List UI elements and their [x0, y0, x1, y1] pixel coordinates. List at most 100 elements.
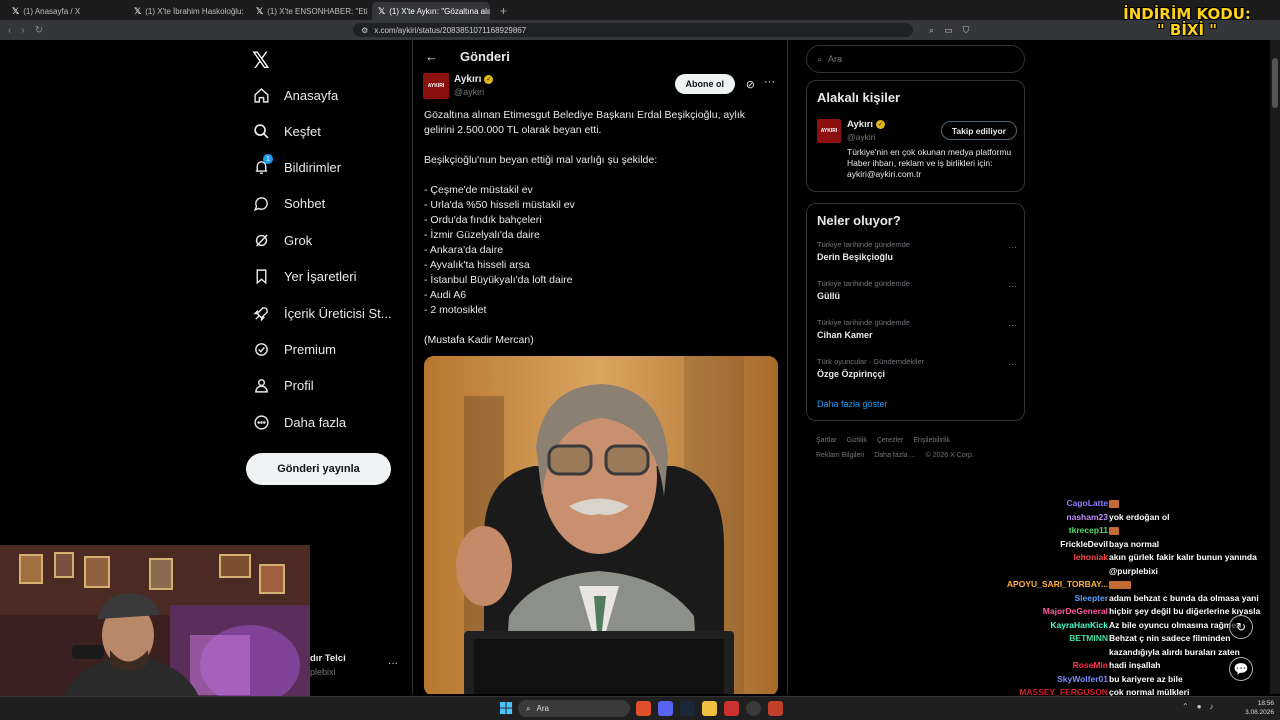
- x-logo-icon[interactable]: 𝕏: [252, 48, 270, 74]
- app-icon[interactable]: [724, 701, 739, 716]
- account-name-partial: dır Telci: [310, 653, 346, 664]
- footer-link[interactable]: Reklam Bilgileri: [816, 452, 864, 459]
- person-handle: @aykiri: [847, 132, 876, 142]
- cast-icon[interactable]: ▭: [944, 25, 953, 36]
- steam-icon[interactable]: [680, 701, 695, 716]
- brave-browser-icon[interactable]: [636, 701, 651, 716]
- zoom-icon[interactable]: ⌕: [929, 25, 934, 36]
- back-icon[interactable]: ‹: [8, 25, 11, 36]
- chat-username[interactable]: BETMINN: [1069, 633, 1108, 643]
- search-icon: ⌕: [526, 703, 531, 713]
- nav-item-home[interactable]: Anasayfa: [252, 77, 338, 113]
- windows-start-icon[interactable]: [500, 702, 513, 715]
- taskbar-search[interactable]: ⌕ Ara: [518, 700, 630, 717]
- nav-item-label: Bildirimler: [284, 159, 342, 175]
- system-tray: ⌃ ● ♪: [1182, 702, 1214, 711]
- nav-item-label: Anasayfa: [284, 87, 339, 103]
- chat-username[interactable]: lehoniak: [1074, 552, 1108, 562]
- settings-icon[interactable]: [746, 701, 761, 716]
- grok-explain-icon[interactable]: ⊘: [746, 78, 755, 91]
- back-arrow-icon[interactable]: ←: [425, 49, 438, 64]
- new-tab-button[interactable]: +: [494, 2, 513, 20]
- more-options-icon[interactable]: ···: [764, 76, 775, 88]
- volume-icon[interactable]: ♪: [1210, 702, 1214, 711]
- trend-more-icon[interactable]: ···: [1008, 242, 1017, 252]
- trend-item[interactable]: Türkiye tarihinde gündemde Derin Beşikçi…: [817, 240, 1017, 274]
- chat-username[interactable]: FrickleDevil: [1060, 539, 1108, 549]
- browser-tab[interactable]: 𝕏 (1) Anasayfa / X: [6, 2, 124, 20]
- chat-message: FrickleDevil baya normal: [990, 539, 1272, 551]
- nav-item-more[interactable]: Daha fazla: [252, 404, 346, 440]
- footer-link[interactable]: Şartlar: [816, 437, 837, 444]
- author-name[interactable]: Aykırı ✓: [454, 74, 494, 85]
- tab-label: (1) X'te Aykırı: "Gözaltına alınan...: [389, 6, 490, 16]
- chat-username[interactable]: CagoLatte: [1066, 498, 1108, 508]
- author-handle[interactable]: @aykiri: [454, 87, 484, 97]
- url-input[interactable]: ⚙ x.com/aykiri/status/208385107116892986…: [353, 23, 914, 37]
- author-avatar[interactable]: AYKIRI: [423, 73, 449, 99]
- footer-link[interactable]: Çerezler: [877, 437, 903, 444]
- refresh-overlay-icon[interactable]: ↻: [1229, 615, 1253, 639]
- trend-more-icon[interactable]: ···: [1008, 281, 1017, 291]
- discount-code-value: " BİXİ ": [1156, 21, 1218, 39]
- following-button[interactable]: Takip ediliyor: [940, 121, 1017, 140]
- nav-item-profile[interactable]: Profil: [252, 367, 314, 403]
- footer-link[interactable]: Gizlilik: [847, 437, 867, 444]
- chevron-up-icon[interactable]: ⌃: [1182, 702, 1189, 711]
- nav-item-chat[interactable]: Sohbet: [252, 185, 325, 221]
- nav-item-notifications[interactable]: 1 Bildirimler: [252, 149, 341, 185]
- search-input[interactable]: ⌕ Ara: [806, 45, 1025, 73]
- show-more-link[interactable]: Daha fazla göster: [817, 399, 888, 409]
- nav-item-grok[interactable]: Grok: [252, 222, 312, 258]
- file-explorer-icon[interactable]: [702, 701, 717, 716]
- nav-item-explore[interactable]: Keşfet: [252, 113, 321, 149]
- subscribe-button[interactable]: Abone ol: [674, 74, 735, 94]
- chat-username[interactable]: SkyWolfer01: [1057, 674, 1108, 684]
- site-info-icon[interactable]: ⚙: [361, 26, 368, 35]
- tweet-line: - Ordu'da fındık bahçeleri: [424, 214, 542, 226]
- system-clock[interactable]: 18:56 3.08.2026: [1240, 699, 1274, 717]
- post-button[interactable]: Gönderi yayınla: [246, 453, 391, 485]
- chat-username[interactable]: MajorDeGeneral: [1043, 606, 1108, 616]
- browser-tab-active[interactable]: 𝕏(1) X'te Aykırı: "Gözaltına alınan...✕: [372, 2, 490, 20]
- shield-icon[interactable]: ⛉: [963, 25, 970, 36]
- nav-item-premium[interactable]: Premium: [252, 331, 336, 367]
- trends-title: Neler oluyor?: [817, 213, 901, 228]
- person-name[interactable]: Aykırı ✓: [847, 119, 886, 130]
- mic-icon[interactable]: ●: [1197, 702, 1202, 711]
- trend-more-icon[interactable]: ···: [1008, 359, 1017, 369]
- app-icon[interactable]: [768, 701, 783, 716]
- reload-icon[interactable]: ↻: [35, 25, 43, 36]
- tweet-photo[interactable]: [424, 356, 778, 694]
- chat-username[interactable]: Sleepter: [1074, 593, 1108, 603]
- trend-item[interactable]: Türkiye tarihinde gündemde Cihan Kamer ·…: [817, 318, 1017, 352]
- trend-item[interactable]: Türk oyuncular · Gündemdekiler Özge Özpi…: [817, 357, 1017, 391]
- url-text: x.com/aykiri/status/2083851071168929867: [374, 25, 527, 35]
- scroll-thumb[interactable]: [1272, 58, 1278, 108]
- browser-tab[interactable]: 𝕏(1) X'te İbrahim Haskoloğlu: "CHP İl...: [128, 2, 246, 20]
- chat-username[interactable]: tkrecep11: [1069, 525, 1108, 535]
- browser-tab[interactable]: 𝕏(1) X'te ENSONHABER: "Etimesgut Be...: [250, 2, 368, 20]
- nav-item-label: Daha fazla: [284, 414, 347, 430]
- x-logo-icon: 𝕏: [12, 5, 20, 16]
- trend-name: Güllü: [817, 291, 840, 301]
- footer-link[interactable]: Erişilebilirlik: [913, 437, 950, 444]
- trend-meta: Türk oyuncular · Gündemdekiler: [817, 357, 925, 366]
- chat-username[interactable]: KayraHanKick: [1050, 620, 1108, 630]
- nav-item-bookmarks[interactable]: Yer İşaretleri: [252, 258, 357, 294]
- footer-links: Şartlar Gizlilik Çerezler Erişilebilirlik R…: [816, 433, 1016, 463]
- nav-item-creator-studio[interactable]: İçerik Üreticisi St...: [252, 295, 392, 331]
- chat-username[interactable]: APOYU_SARI_TORBAY...: [1007, 579, 1108, 589]
- discord-icon[interactable]: [658, 701, 673, 716]
- portrait-image: [424, 356, 778, 694]
- chat-username[interactable]: RoseMin: [1073, 660, 1108, 670]
- trend-item[interactable]: Türkiye tarihinde gündemde Güllü ···: [817, 279, 1017, 313]
- chat-username[interactable]: nasham23: [1066, 512, 1108, 522]
- person-avatar[interactable]: AYKIRI: [817, 119, 841, 143]
- trend-more-icon[interactable]: ···: [1008, 320, 1017, 330]
- account-menu-icon[interactable]: ···: [388, 658, 398, 669]
- footer-link[interactable]: Daha fazla ...: [874, 452, 915, 459]
- chat-bubble-icon[interactable]: 💬: [1229, 657, 1253, 681]
- forward-icon[interactable]: ›: [21, 25, 24, 36]
- person-name-text: Aykırı: [847, 119, 874, 130]
